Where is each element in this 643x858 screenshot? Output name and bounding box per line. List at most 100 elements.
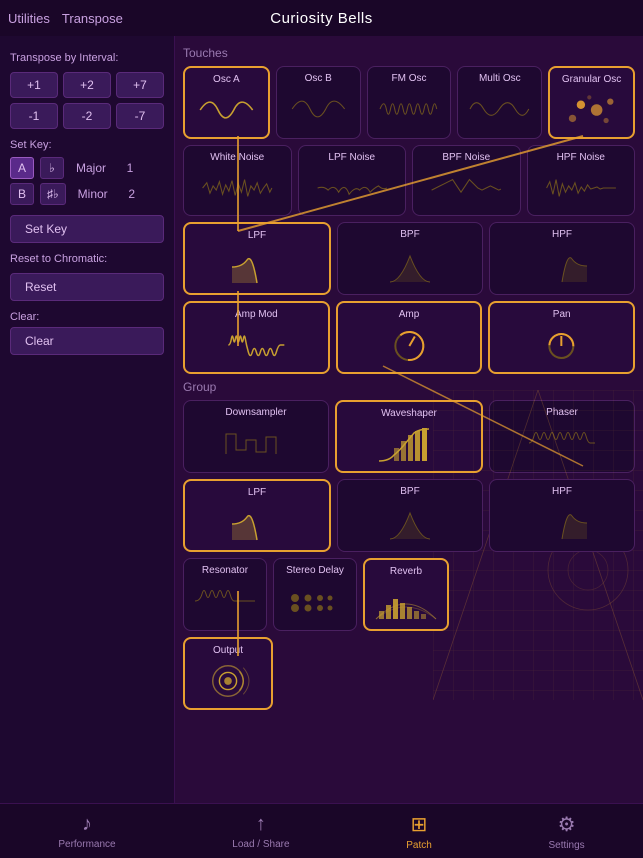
module-osc-a[interactable]: Osc A [183,66,270,139]
bpf-noise-viz [419,167,514,209]
lpf-noise-label: LPF Noise [328,152,375,163]
module-amp[interactable]: Amp [336,301,483,374]
performance-icon: ♪ [82,813,92,836]
lpf-noise-viz [305,167,400,209]
interval-minus1[interactable]: -1 [10,103,58,129]
effects-row: Resonator Stereo Delay [183,558,635,631]
lpf-1-viz [191,245,323,287]
key-num-1: 1 [118,158,142,178]
key-note-a[interactable]: A [10,157,34,179]
stereo-delay-label: Stereo Delay [286,565,344,576]
interval-plus1[interactable]: +1 [10,72,58,98]
key-flat-b[interactable]: ♯♭ [40,183,66,205]
transpose-label: Transpose by Interval: [10,52,164,64]
noise-row: White Noise LPF Noise BPF Noise [183,145,635,216]
hpf-1-label: HPF [552,229,572,240]
header-nav: Utilities Transpose [8,11,123,26]
performance-label: Performance [58,839,115,850]
bpf-1-viz [344,244,476,286]
osc-a-viz [191,89,262,131]
module-hpf-1[interactable]: HPF [489,222,635,295]
g-bpf-viz [344,501,476,543]
module-fm-osc[interactable]: FM Osc [367,66,452,139]
hpf-noise-viz [534,167,629,209]
osc-b-label: Osc B [305,73,332,84]
module-lpf-1[interactable]: LPF [183,222,331,295]
module-resonator[interactable]: Resonator [183,558,267,631]
stereo-delay-viz [280,580,350,622]
osc-row: Osc A Osc B FM Osc [183,66,635,139]
key-num-2: 2 [120,184,144,204]
set-key-label: Set Key: [10,139,164,151]
clear-button[interactable]: Clear [10,327,164,355]
output-row: Output [183,637,635,710]
left-panel: Transpose by Interval: +1 +2 +7 -1 -2 -7… [0,36,175,803]
patch-icon: ⊞ [411,812,428,837]
module-multi-osc[interactable]: Multi Osc [457,66,542,139]
settings-label: Settings [549,840,585,851]
downsampler-label: Downsampler [225,407,286,418]
main-content: Touches Osc A Osc B FM Osc [183,46,635,736]
amp-row: Amp Mod Amp [183,301,635,374]
back-nav[interactable]: Utilities [8,11,50,26]
reverb-label: Reverb [390,566,422,577]
module-reverb[interactable]: Reverb [363,558,449,631]
osc-a-label: Osc A [213,74,240,85]
main-area: Touches Osc A Osc B FM Osc [175,36,643,803]
module-bpf-1[interactable]: BPF [337,222,483,295]
module-bpf-noise[interactable]: BPF Noise [412,145,521,216]
output-viz [191,660,265,702]
fm-osc-viz [374,88,445,130]
filter-row-1: LPF BPF HPF [183,222,635,295]
module-granular-osc[interactable]: Granular Osc [548,66,635,139]
amp-label: Amp [399,309,420,320]
module-g-hpf[interactable]: HPF [489,479,635,552]
g-lpf-viz [191,502,323,544]
key-flat-a[interactable]: ♭ [40,157,64,179]
interval-minus7[interactable]: -7 [116,103,164,129]
module-white-noise[interactable]: White Noise [183,145,292,216]
header: Utilities Transpose Curiosity Bells [0,0,643,36]
touches-label: Touches [183,46,635,60]
module-g-bpf[interactable]: BPF [337,479,483,552]
app-title: Curiosity Bells [270,10,373,27]
key-row-2: B ♯♭ Minor 2 [10,183,164,205]
module-hpf-noise[interactable]: HPF Noise [527,145,636,216]
module-downsampler[interactable]: Downsampler [183,400,329,473]
module-pan[interactable]: Pan [488,301,635,374]
g-hpf-label: HPF [552,486,572,497]
fm-osc-label: FM Osc [391,73,426,84]
group-row: Downsampler Waveshaper [183,400,635,473]
multi-osc-label: Multi Osc [479,73,521,84]
module-g-lpf[interactable]: LPF [183,479,331,552]
pan-label: Pan [553,309,571,320]
nav-settings[interactable]: ⚙ Settings [537,806,597,857]
module-phaser[interactable]: Phaser [489,400,635,473]
module-output[interactable]: Output [183,637,273,710]
nav-load-share[interactable]: ↑ Load / Share [220,807,301,856]
interval-plus7[interactable]: +7 [116,72,164,98]
reset-label: Reset to Chromatic: [10,253,164,265]
key-note-b[interactable]: B [10,183,34,205]
interval-minus2[interactable]: -2 [63,103,111,129]
module-osc-b[interactable]: Osc B [276,66,361,139]
interval-buttons: +1 +2 +7 -1 -2 -7 [10,72,164,129]
g-hpf-viz [496,501,628,543]
key-row-1: A ♭ Major 1 [10,157,164,179]
bpf-noise-label: BPF Noise [442,152,490,163]
interval-plus2[interactable]: +2 [63,72,111,98]
module-waveshaper[interactable]: Waveshaper [335,400,483,473]
reset-button[interactable]: Reset [10,273,164,301]
resonator-label: Resonator [202,565,248,576]
module-stereo-delay[interactable]: Stereo Delay [273,558,357,631]
nav-performance[interactable]: ♪ Performance [46,807,127,856]
nav-patch[interactable]: ⊞ Patch [394,806,444,857]
white-noise-viz [190,167,285,209]
transpose-nav[interactable]: Transpose [62,11,123,26]
hpf-noise-label: HPF Noise [557,152,605,163]
waveshaper-label: Waveshaper [381,408,437,419]
module-lpf-noise[interactable]: LPF Noise [298,145,407,216]
set-key-button[interactable]: Set Key [10,215,164,243]
module-amp-mod[interactable]: Amp Mod [183,301,330,374]
clear-label: Clear: [10,311,164,323]
